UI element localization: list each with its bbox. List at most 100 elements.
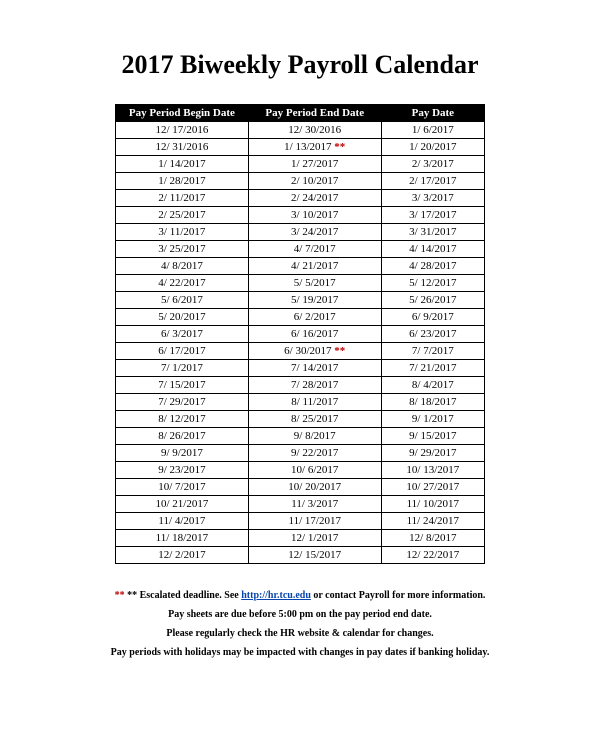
table-row: 12/ 17/201612/ 30/20161/ 6/2017 — [116, 122, 485, 139]
cell-end-date: 9/ 8/2017 — [248, 428, 381, 445]
cell-end-date: 12/ 30/2016 — [248, 122, 381, 139]
col-pay-date: Pay Date — [381, 105, 484, 122]
cell-end-date: 3/ 10/2017 — [248, 207, 381, 224]
cell-pay-date: 4/ 14/2017 — [381, 241, 484, 258]
cell-end-date: 6/ 16/2017 — [248, 326, 381, 343]
cell-pay-date: 9/ 1/2017 — [381, 411, 484, 428]
cell-begin-date: 3/ 25/2017 — [116, 241, 249, 258]
cell-begin-date: 7/ 15/2017 — [116, 377, 249, 394]
cell-pay-date: 11/ 24/2017 — [381, 513, 484, 530]
table-row: 2/ 11/20172/ 24/20173/ 3/2017 — [116, 190, 485, 207]
cell-begin-date: 6/ 17/2017 — [116, 343, 249, 360]
table-row: 10/ 7/201710/ 20/201710/ 27/2017 — [116, 479, 485, 496]
escalated-marker: ** — [332, 345, 346, 357]
cell-pay-date: 12/ 22/2017 — [381, 547, 484, 564]
cell-begin-date: 1/ 28/2017 — [116, 173, 249, 190]
table-row: 5/ 20/20176/ 2/20176/ 9/2017 — [116, 309, 485, 326]
cell-pay-date: 5/ 26/2017 — [381, 292, 484, 309]
cell-begin-date: 10/ 7/2017 — [116, 479, 249, 496]
cell-pay-date: 10/ 27/2017 — [381, 479, 484, 496]
table-row: 6/ 17/20176/ 30/2017 **7/ 7/2017 — [116, 343, 485, 360]
cell-begin-date: 7/ 1/2017 — [116, 360, 249, 377]
cell-pay-date: 2/ 3/2017 — [381, 156, 484, 173]
cell-pay-date: 1/ 6/2017 — [381, 122, 484, 139]
table-row: 9/ 9/20179/ 22/20179/ 29/2017 — [116, 445, 485, 462]
footnote-text: or contact Payroll for more information. — [311, 590, 486, 601]
table-row: 1/ 28/20172/ 10/20172/ 17/2017 — [116, 173, 485, 190]
cell-end-date: 10/ 6/2017 — [248, 462, 381, 479]
cell-pay-date: 9/ 15/2017 — [381, 428, 484, 445]
cell-begin-date: 11/ 18/2017 — [116, 530, 249, 547]
cell-pay-date: 6/ 9/2017 — [381, 309, 484, 326]
cell-begin-date: 10/ 21/2017 — [116, 496, 249, 513]
cell-begin-date: 3/ 11/2017 — [116, 224, 249, 241]
cell-begin-date: 11/ 4/2017 — [116, 513, 249, 530]
cell-begin-date: 1/ 14/2017 — [116, 156, 249, 173]
table-row: 11/ 4/201711/ 17/201711/ 24/2017 — [116, 513, 485, 530]
cell-begin-date: 12/ 2/2017 — [116, 547, 249, 564]
table-row: 7/ 15/20177/ 28/20178/ 4/2017 — [116, 377, 485, 394]
footnotes: ** ** Escalated deadline. See http://hr.… — [60, 586, 540, 662]
cell-pay-date: 8/ 4/2017 — [381, 377, 484, 394]
escalated-marker: ** — [332, 141, 346, 153]
table-row: 4/ 8/20174/ 21/20174/ 28/2017 — [116, 258, 485, 275]
cell-begin-date: 2/ 25/2017 — [116, 207, 249, 224]
cell-begin-date: 12/ 31/2016 — [116, 139, 249, 156]
cell-begin-date: 4/ 8/2017 — [116, 258, 249, 275]
table-row: 12/ 2/201712/ 15/201712/ 22/2017 — [116, 547, 485, 564]
cell-pay-date: 8/ 18/2017 — [381, 394, 484, 411]
cell-pay-date: 7/ 21/2017 — [381, 360, 484, 377]
cell-pay-date: 3/ 17/2017 — [381, 207, 484, 224]
cell-begin-date: 2/ 11/2017 — [116, 190, 249, 207]
cell-begin-date: 9/ 9/2017 — [116, 445, 249, 462]
cell-pay-date: 2/ 17/2017 — [381, 173, 484, 190]
cell-end-date: 6/ 2/2017 — [248, 309, 381, 326]
cell-end-date: 7/ 14/2017 — [248, 360, 381, 377]
table-row: 8/ 26/20179/ 8/20179/ 15/2017 — [116, 428, 485, 445]
table-row: 8/ 12/20178/ 25/20179/ 1/2017 — [116, 411, 485, 428]
cell-pay-date: 6/ 23/2017 — [381, 326, 484, 343]
table-row: 2/ 25/20173/ 10/20173/ 17/2017 — [116, 207, 485, 224]
cell-begin-date: 5/ 20/2017 — [116, 309, 249, 326]
cell-end-date: 12/ 1/2017 — [248, 530, 381, 547]
col-end-date: Pay Period End Date — [248, 105, 381, 122]
table-row: 7/ 1/20177/ 14/20177/ 21/2017 — [116, 360, 485, 377]
escalated-marker: ** — [115, 590, 125, 601]
cell-end-date: 9/ 22/2017 — [248, 445, 381, 462]
col-begin-date: Pay Period Begin Date — [116, 105, 249, 122]
table-row: 3/ 25/20174/ 7/20174/ 14/2017 — [116, 241, 485, 258]
cell-end-date: 2/ 24/2017 — [248, 190, 381, 207]
cell-pay-date: 4/ 28/2017 — [381, 258, 484, 275]
cell-pay-date: 9/ 29/2017 — [381, 445, 484, 462]
cell-pay-date: 10/ 13/2017 — [381, 462, 484, 479]
footnote-holidays: Pay periods with holidays may be impacte… — [60, 643, 540, 662]
cell-end-date: 10/ 20/2017 — [248, 479, 381, 496]
table-row: 6/ 3/20176/ 16/20176/ 23/2017 — [116, 326, 485, 343]
footnote-text: ** Escalated deadline. See — [127, 590, 241, 601]
hr-link[interactable]: http://hr.tcu.edu — [241, 590, 311, 601]
table-header-row: Pay Period Begin Date Pay Period End Dat… — [116, 105, 485, 122]
footnote-check: Please regularly check the HR website & … — [60, 624, 540, 643]
cell-pay-date: 5/ 12/2017 — [381, 275, 484, 292]
cell-end-date: 5/ 19/2017 — [248, 292, 381, 309]
cell-end-date: 4/ 21/2017 — [248, 258, 381, 275]
cell-end-date: 8/ 11/2017 — [248, 394, 381, 411]
cell-end-date: 11/ 17/2017 — [248, 513, 381, 530]
cell-pay-date: 1/ 20/2017 — [381, 139, 484, 156]
cell-pay-date: 7/ 7/2017 — [381, 343, 484, 360]
cell-end-date: 1/ 27/2017 — [248, 156, 381, 173]
table-row: 12/ 31/20161/ 13/2017 **1/ 20/2017 — [116, 139, 485, 156]
table-row: 3/ 11/20173/ 24/20173/ 31/2017 — [116, 224, 485, 241]
cell-pay-date: 11/ 10/2017 — [381, 496, 484, 513]
cell-pay-date: 3/ 3/2017 — [381, 190, 484, 207]
cell-end-date: 11/ 3/2017 — [248, 496, 381, 513]
cell-end-date: 5/ 5/2017 — [248, 275, 381, 292]
cell-begin-date: 4/ 22/2017 — [116, 275, 249, 292]
cell-begin-date: 12/ 17/2016 — [116, 122, 249, 139]
cell-begin-date: 8/ 26/2017 — [116, 428, 249, 445]
footnote-due: Pay sheets are due before 5:00 pm on the… — [60, 605, 540, 624]
table-row: 9/ 23/201710/ 6/201710/ 13/2017 — [116, 462, 485, 479]
table-row: 4/ 22/20175/ 5/20175/ 12/2017 — [116, 275, 485, 292]
cell-pay-date: 3/ 31/2017 — [381, 224, 484, 241]
cell-begin-date: 6/ 3/2017 — [116, 326, 249, 343]
